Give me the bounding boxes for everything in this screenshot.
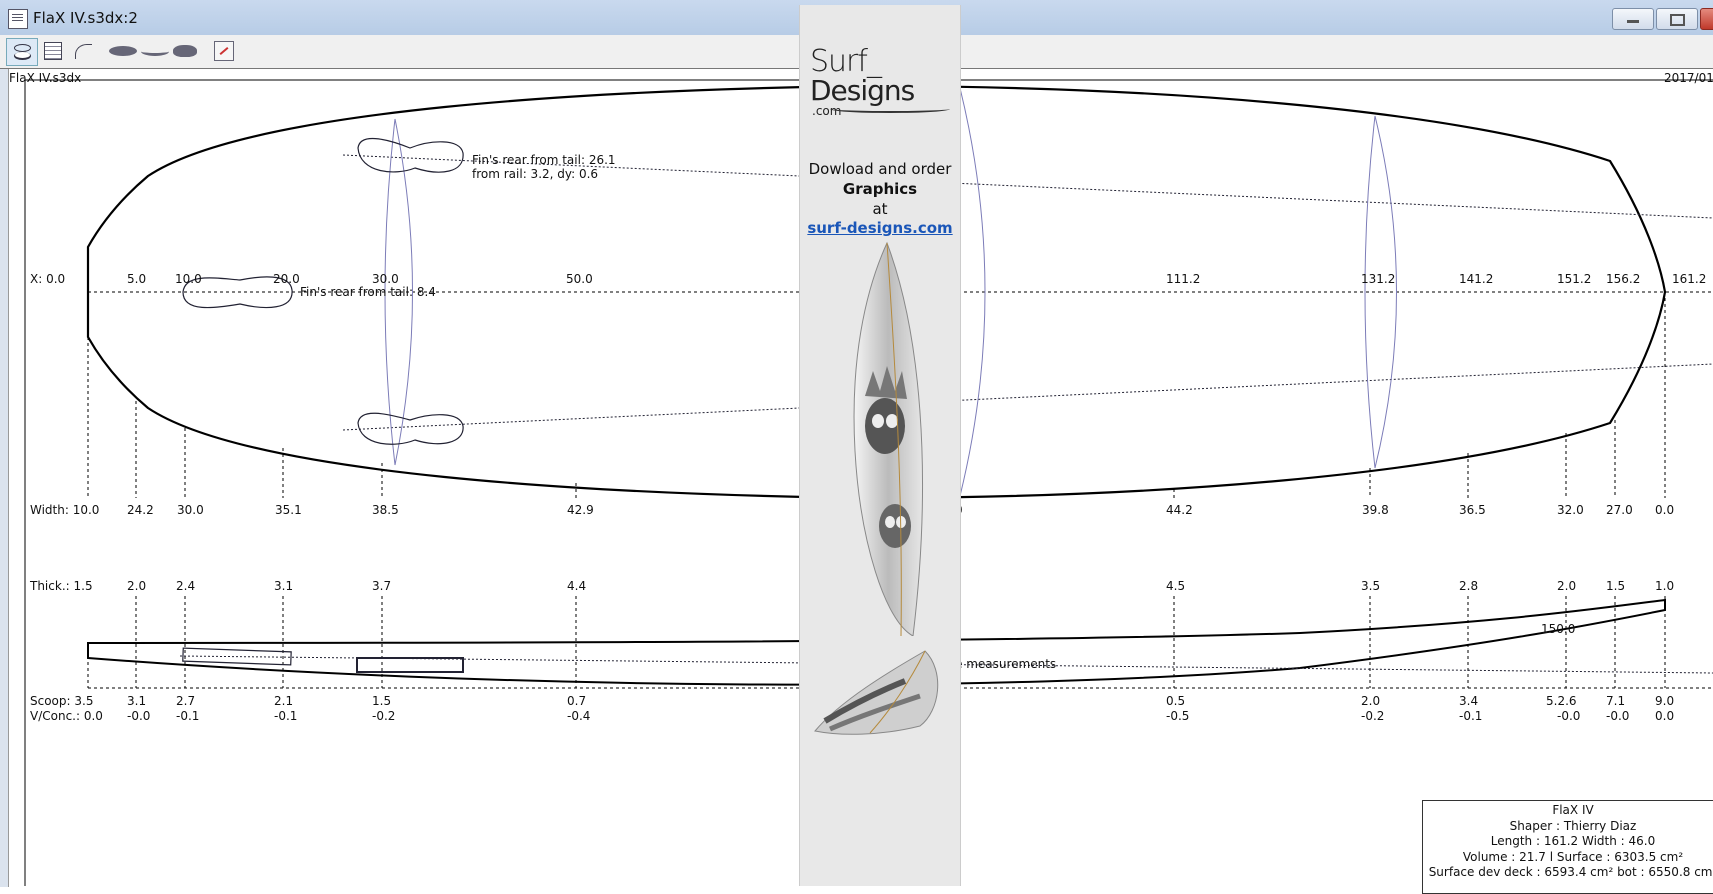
surf-designs-logo: Surf_ Designs .com (810, 47, 950, 117)
surfboard-graphic-2-icon (814, 650, 939, 735)
x-label: 20.0 (273, 272, 300, 286)
ad-text-graphics: Graphics (842, 180, 918, 198)
ad-text-at: at (872, 200, 888, 218)
x-label-prefix: X: 0.0 (30, 272, 65, 286)
scoop-label: 7.1 (1606, 694, 1625, 708)
x-label: 141.2 (1459, 272, 1493, 286)
width-label: 44.2 (1166, 503, 1193, 517)
scoop-label: 1.5 (372, 694, 391, 708)
width-label: 27.0 (1606, 503, 1633, 517)
side-fin-bottom[interactable] (357, 412, 464, 445)
vconc-label: -0.1 (1459, 709, 1482, 723)
vconc-label: -0.1 (176, 709, 199, 723)
x-label: 156.2 (1606, 272, 1640, 286)
side-fin-top[interactable] (357, 137, 464, 173)
rocker-shape-icon[interactable] (141, 47, 169, 56)
rocker-mark-label: 150.0 (1541, 622, 1575, 636)
fin-center-annotation: Fin's rear from tail: 8.4 (300, 285, 436, 299)
vconc-label: -0.4 (567, 709, 590, 723)
vconc-label-prefix: V/Conc.: 0.0 (30, 709, 103, 723)
scoop-label: 5.2.6 (1546, 694, 1577, 708)
width-label: 30.0 (177, 503, 204, 517)
surfboard-graphic-icon (853, 241, 923, 636)
width-label: 24.2 (127, 503, 154, 517)
width-label: 32.0 (1557, 503, 1584, 517)
vconc-label: 0.0 (1655, 709, 1674, 723)
window-title: FlaX IV.s3dx:2 (33, 9, 138, 27)
scoop-label: 2.7 (176, 694, 195, 708)
vconc-label: -0.2 (1361, 709, 1384, 723)
curve-icon[interactable] (72, 38, 96, 64)
thick-label: 3.5 (1361, 579, 1380, 593)
x-label: 50.0 (566, 272, 593, 286)
thick-label: 3.1 (274, 579, 293, 593)
scoop-label-prefix: Scoop: 3.5 (30, 694, 93, 708)
settings-grid-icon[interactable] (42, 38, 64, 64)
width-label: 38.5 (372, 503, 399, 517)
x-label: 5.0 (127, 272, 146, 286)
thick-label: 3.7 (372, 579, 391, 593)
scoop-label: 2.1 (274, 694, 293, 708)
vconc-label: -0.0 (1557, 709, 1580, 723)
fin-side-annotation-1: Fin's rear from tail: 26.1 (472, 153, 616, 167)
width-label: 0.0 (1655, 503, 1674, 517)
thick-label-prefix: Thick.: 1.5 (29, 579, 93, 593)
section-shape-icon[interactable] (173, 45, 197, 57)
thick-label: 1.5 (1606, 579, 1625, 593)
vconc-label: -0.0 (127, 709, 150, 723)
minimize-button[interactable] (1612, 8, 1654, 30)
scoop-label: 0.7 (567, 694, 586, 708)
scoop-label: 0.5 (1166, 694, 1185, 708)
vconc-label: -0.1 (274, 709, 297, 723)
document-icon (8, 9, 28, 29)
thick-label: 4.5 (1166, 579, 1185, 593)
width-label: 39.8 (1362, 503, 1389, 517)
logo-swoosh-icon (830, 105, 950, 113)
board-surface-dev: Surface dev deck : 6593.4 cm² bot : 6550… (1428, 865, 1713, 879)
vconc-label: -0.2 (372, 709, 395, 723)
scoop-label: 3.1 (127, 694, 146, 708)
x-label: 131.2 (1361, 272, 1395, 286)
width-label: 42.9 (567, 503, 594, 517)
x-label: 151.2 (1557, 272, 1591, 286)
vconc-label: -0.0 (1606, 709, 1629, 723)
close-button[interactable] (1700, 8, 1713, 30)
board-info-box: FlaX IV Shaper : Thierry Diaz Length : 1… (1422, 800, 1713, 894)
scoop-label: 9.0 (1655, 694, 1674, 708)
width-label: 35.1 (275, 503, 302, 517)
board-name: FlaX IV (1552, 803, 1594, 817)
thick-label: 1.0 (1655, 579, 1674, 593)
thick-label: 2.4 (176, 579, 195, 593)
measure-note: e measurements (955, 657, 1056, 671)
thick-label: 2.0 (1557, 579, 1576, 593)
board-shaper: Shaper : Thierry Diaz (1509, 818, 1637, 833)
ad-panel[interactable]: Surf_ Designs .com Dowload and order Gra… (799, 5, 961, 886)
vconc-label: -0.5 (1166, 709, 1189, 723)
board-view-icon[interactable] (6, 38, 38, 66)
width-label: 36.5 (1459, 503, 1486, 517)
fin-guide-bottom (342, 363, 1713, 431)
maximize-button[interactable] (1656, 8, 1698, 30)
side-fin-profile[interactable] (356, 657, 464, 673)
thick-label: 4.4 (567, 579, 586, 593)
board-volume: Volume : 21.7 l Surface : 6303.5 cm² (1462, 849, 1684, 864)
export-icon[interactable] (214, 41, 234, 61)
fin-side-annotation-2: from rail: 3.2, dy: 0.6 (472, 167, 598, 181)
scoop-label: 2.0 (1361, 694, 1380, 708)
x-label: 10.0 (175, 272, 202, 286)
ad-link[interactable]: surf-designs.com (800, 219, 960, 237)
x-label: 111.2 (1166, 272, 1200, 286)
thick-label: 2.8 (1459, 579, 1478, 593)
board-dimensions: Length : 161.2 Width : 46.0 (1490, 834, 1656, 848)
outline-shape-icon[interactable] (109, 46, 137, 56)
thick-label: 2.0 (127, 579, 146, 593)
scoop-label: 3.4 (1459, 694, 1478, 708)
width-label-prefix: Width: 10.0 (30, 503, 99, 517)
x-label: 161.2 (1672, 272, 1706, 286)
x-label: 30.0 (372, 272, 399, 286)
ad-text-download: Dowload and order (808, 160, 952, 178)
